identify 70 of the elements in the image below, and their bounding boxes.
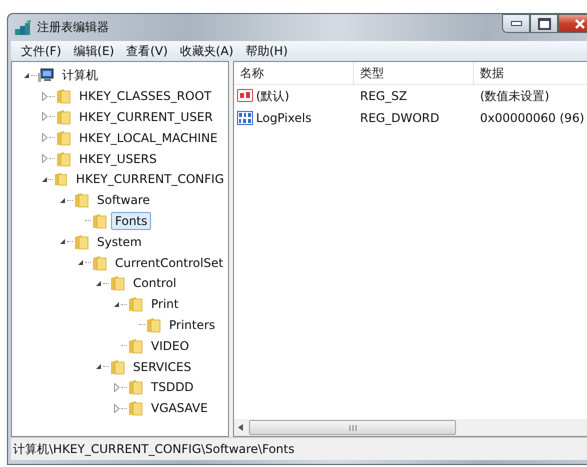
tree-item[interactable]: VGASAVE xyxy=(147,399,212,418)
menu-item[interactable]: 查看(V) xyxy=(120,42,174,60)
tree-item[interactable]: HKEY_USERS xyxy=(75,150,161,168)
tree-item[interactable]: VIDEO xyxy=(147,336,194,355)
folder-icon xyxy=(128,379,143,396)
folder-icon xyxy=(92,254,107,271)
tree-item[interactable]: TSDDD xyxy=(147,378,198,396)
tree-item[interactable]: HKEY_CLASSES_ROOT xyxy=(75,87,216,106)
tree-item[interactable]: System xyxy=(93,232,146,251)
menu-item[interactable]: 收藏夹(A) xyxy=(174,42,240,60)
registry-cubes-icon xyxy=(14,20,32,36)
collapsed-arrow-icon[interactable] xyxy=(42,154,48,164)
binary-value-icon xyxy=(237,111,253,125)
expanded-arrow-icon[interactable] xyxy=(77,259,84,266)
table-cell-text: REG_SZ xyxy=(359,89,408,103)
folder-icon xyxy=(146,316,161,333)
computer-icon xyxy=(38,68,54,83)
folder-icon xyxy=(110,358,125,375)
tree-item[interactable]: HKEY_LOCAL_MACHINE xyxy=(75,128,222,147)
menu-item[interactable]: 编辑(E) xyxy=(67,42,120,60)
menu-item[interactable]: 帮助(H) xyxy=(239,42,294,60)
tree-item[interactable]: HKEY_CURRENT_USER xyxy=(75,108,217,126)
collapsed-arrow-icon[interactable] xyxy=(42,112,48,122)
folder-icon xyxy=(128,400,143,416)
tree-item[interactable]: HKEY_CURRENT_CONFIG xyxy=(72,170,228,188)
folder-icon xyxy=(56,108,71,125)
expanded-arrow-icon[interactable] xyxy=(23,72,30,79)
folder-icon xyxy=(92,212,107,229)
expanded-arrow-icon[interactable] xyxy=(95,363,102,370)
folder-icon xyxy=(56,150,71,167)
expanded-arrow-icon[interactable] xyxy=(59,196,66,204)
tree-item[interactable]: Fonts xyxy=(111,212,152,230)
folder-icon xyxy=(54,171,68,188)
menu-item[interactable]: 文件(F) xyxy=(15,42,68,60)
horizontal-scrollbar[interactable] xyxy=(234,419,587,436)
expanded-arrow-icon[interactable] xyxy=(95,280,102,287)
window-title: 注册表编辑器 xyxy=(37,19,109,36)
table-cell-text: (数值未设置) xyxy=(479,88,550,104)
scroll-thumb[interactable] xyxy=(249,420,456,435)
table-cell-text: 0x00000060 (96) xyxy=(479,111,586,125)
expanded-arrow-icon[interactable] xyxy=(113,300,120,308)
table-cell-text: REG_DWORD xyxy=(359,111,440,125)
collapsed-arrow-icon[interactable] xyxy=(42,92,48,101)
value-name[interactable]: (默认) xyxy=(256,88,290,104)
folder-icon xyxy=(128,296,143,312)
folder-icon xyxy=(74,234,89,250)
folder-icon xyxy=(128,338,143,354)
folder-icon xyxy=(56,130,71,146)
expanded-arrow-icon[interactable] xyxy=(59,238,66,246)
tree-item[interactable]: Print xyxy=(147,295,183,314)
collapsed-arrow-icon[interactable] xyxy=(42,133,48,142)
tree-item[interactable]: Printers xyxy=(165,316,220,334)
tree-item[interactable]: Control xyxy=(129,274,180,292)
tree-item[interactable]: CurrentControlSet xyxy=(111,254,228,272)
string-value-icon xyxy=(237,89,253,103)
folder-icon xyxy=(110,275,125,292)
value-name[interactable]: LogPixels xyxy=(256,111,312,125)
minimize-button[interactable] xyxy=(502,14,530,33)
tree-item[interactable]: 计算机 xyxy=(58,64,102,86)
tree-item[interactable]: SERVICES xyxy=(129,358,196,376)
tree-item[interactable]: Software xyxy=(93,191,154,210)
scroll-left-icon[interactable] xyxy=(238,424,243,431)
status-path: 计算机\HKEY_CURRENT_CONFIG\Software\Fonts xyxy=(13,440,294,458)
collapsed-arrow-icon[interactable] xyxy=(114,382,120,392)
close-icon[interactable] xyxy=(574,18,586,28)
maximize-button[interactable] xyxy=(530,14,558,33)
folder-icon xyxy=(56,88,71,104)
expanded-arrow-icon[interactable] xyxy=(40,176,48,183)
folder-icon xyxy=(74,192,89,208)
collapsed-arrow-icon[interactable] xyxy=(114,404,120,413)
